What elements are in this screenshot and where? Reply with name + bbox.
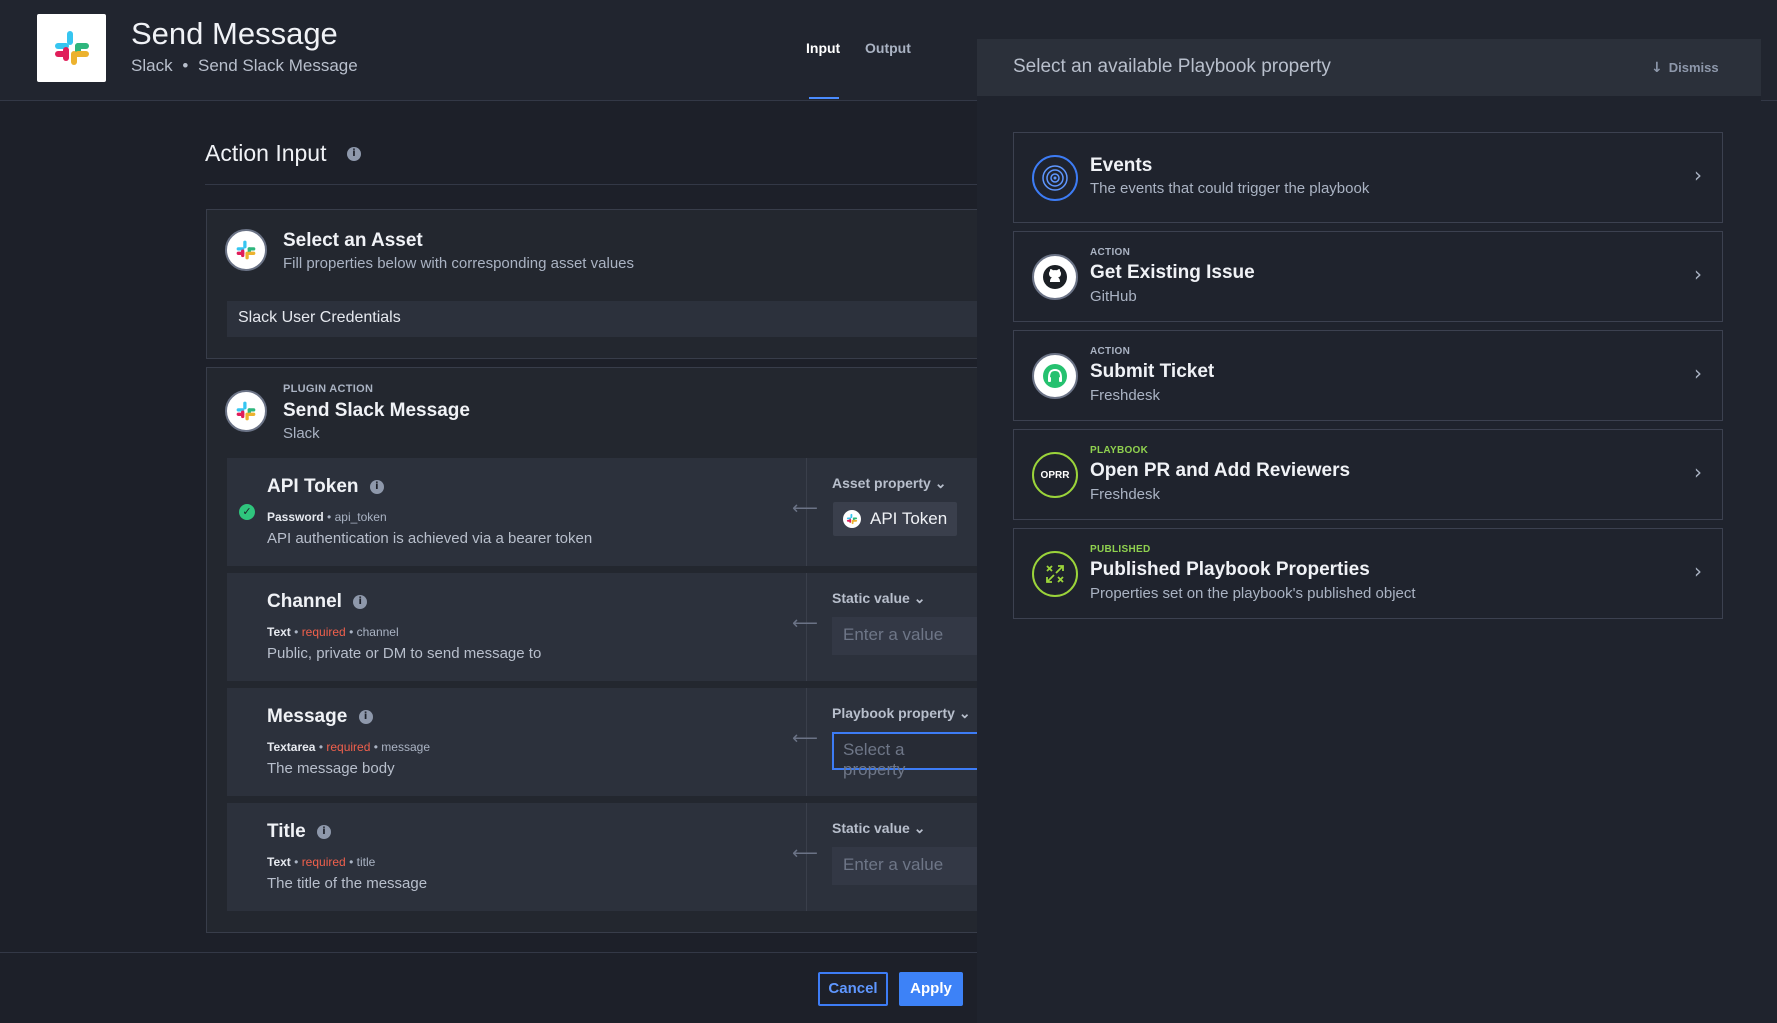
chevron-right-icon: › xyxy=(1694,460,1702,484)
item-subtitle: Freshdesk xyxy=(1090,486,1161,503)
item-eyebrow: PUBLISHED xyxy=(1090,544,1151,555)
playbook-item-events[interactable]: Events The events that could trigger the… xyxy=(1013,132,1723,223)
chevron-right-icon: › xyxy=(1694,163,1702,187)
panel-header: Select an available Playbook property ↓ D… xyxy=(977,39,1761,96)
plugin-title: Send Slack Message xyxy=(283,400,470,421)
arrow-down-icon: ↓ xyxy=(1651,60,1663,76)
source-type-dropdown[interactable]: Playbook property ⌄ xyxy=(832,705,971,722)
check-icon: ✓ xyxy=(239,504,255,520)
chevron-down-icon: ⌄ xyxy=(913,820,926,836)
arrow-left-icon: ⟵ xyxy=(792,613,818,634)
footer-divider xyxy=(0,952,977,953)
breadcrumb: Slack • Send Slack Message xyxy=(131,56,358,76)
property-description: The message body xyxy=(267,760,395,777)
asset-subtitle: Fill properties below with corresponding… xyxy=(283,255,635,272)
channel-value-input[interactable]: Enter a value xyxy=(832,617,978,655)
chevron-right-icon: › xyxy=(1694,361,1702,385)
property-meta: Password • api_token xyxy=(267,510,387,524)
chevron-down-icon: ⌄ xyxy=(958,705,971,721)
cancel-button[interactable]: Cancel xyxy=(818,972,888,1006)
divider xyxy=(205,184,977,185)
item-title: Get Existing Issue xyxy=(1090,262,1255,283)
action-input-title: Action Input xyxy=(205,140,327,166)
property-name: Message i xyxy=(267,706,373,728)
property-meta: Text • required • channel xyxy=(267,625,399,639)
github-icon xyxy=(1032,254,1078,300)
item-subtitle: Properties set on the playbook's publish… xyxy=(1090,585,1416,602)
property-description: The title of the message xyxy=(267,875,428,892)
plugin-eyebrow: PLUGIN ACTION xyxy=(283,383,374,395)
message-property-input[interactable]: Select a property xyxy=(832,732,978,779)
apply-button[interactable]: Apply xyxy=(899,972,963,1006)
arrow-left-icon: ⟵ xyxy=(792,498,818,519)
item-title: Events xyxy=(1090,155,1153,176)
oprr-badge-icon: OPRR xyxy=(1032,452,1078,498)
page-title: Send Message xyxy=(131,16,338,51)
chip-label: API Token xyxy=(870,509,948,528)
playbook-item-published-properties[interactable]: PUBLISHED Published Playbook Properties … xyxy=(1013,528,1723,619)
property-row-title: Title i Text • required • title The titl… xyxy=(227,803,978,911)
property-description: Public, private or DM to send message to xyxy=(267,645,542,662)
title-value-input[interactable]: Enter a value xyxy=(832,847,978,885)
info-icon[interactable]: i xyxy=(317,824,331,839)
item-title: Submit Ticket xyxy=(1090,361,1215,382)
breadcrumb-separator: • xyxy=(182,56,189,75)
slack-logo-icon xyxy=(37,14,106,82)
property-description: API authentication is achieved via a bea… xyxy=(267,530,593,547)
property-name: Title i xyxy=(267,821,331,843)
info-icon[interactable]: i xyxy=(353,594,368,609)
tab-output[interactable]: Output xyxy=(865,40,911,56)
chevron-right-icon: › xyxy=(1694,559,1702,583)
info-icon[interactable]: i xyxy=(358,709,373,724)
item-eyebrow: ACTION xyxy=(1090,247,1131,258)
plugin-subtitle: Slack xyxy=(283,425,320,442)
property-meta: Text • required • title xyxy=(267,855,376,869)
breadcrumb-action: Send Slack Message xyxy=(198,56,358,75)
asset-card: Select an Asset Fill properties below wi… xyxy=(206,209,978,359)
property-name: API Token i xyxy=(267,476,384,498)
active-tab-indicator xyxy=(809,97,839,99)
property-name: Channel i xyxy=(267,591,368,613)
property-row-api-token: ✓ API Token i Password • api_token API a… xyxy=(227,458,978,566)
source-type-dropdown[interactable]: Asset property ⌄ xyxy=(832,475,946,492)
item-eyebrow: PLAYBOOK xyxy=(1090,445,1149,456)
asset-property-chip[interactable]: API Token xyxy=(833,502,957,536)
info-icon[interactable]: i xyxy=(347,147,361,161)
chevron-right-icon: › xyxy=(1694,262,1702,286)
breadcrumb-app: Slack xyxy=(131,56,173,75)
slack-icon xyxy=(225,229,267,271)
panel-title: Select an available Playbook property xyxy=(1013,56,1331,77)
info-icon[interactable]: i xyxy=(369,479,384,494)
target-icon xyxy=(1032,155,1078,201)
playbook-item-submit-ticket[interactable]: ACTION Submit Ticket Freshdesk › xyxy=(1013,330,1723,421)
item-title: Open PR and Add Reviewers xyxy=(1090,460,1351,481)
playbook-property-panel: Select an available Playbook property ↓ D… xyxy=(977,39,1761,1023)
playbook-item-open-pr[interactable]: OPRR PLAYBOOK Open PR and Add Reviewers … xyxy=(1013,429,1723,520)
tab-input[interactable]: Input xyxy=(806,40,840,56)
asset-title: Select an Asset xyxy=(283,230,423,251)
source-type-dropdown[interactable]: Static value ⌄ xyxy=(832,590,925,607)
slack-icon xyxy=(225,390,267,432)
item-title: Published Playbook Properties xyxy=(1090,559,1370,580)
property-row-message: Message i Textarea • required • message … xyxy=(227,688,978,796)
item-eyebrow: ACTION xyxy=(1090,346,1131,357)
chevron-down-icon: ⌄ xyxy=(913,590,926,606)
item-subtitle: The events that could trigger the playbo… xyxy=(1090,180,1370,197)
item-subtitle: GitHub xyxy=(1090,288,1137,305)
arrow-left-icon: ⟵ xyxy=(792,843,818,864)
playbook-item-get-existing-issue[interactable]: ACTION Get Existing Issue GitHub › xyxy=(1013,231,1723,322)
arrow-left-icon: ⟵ xyxy=(792,728,818,749)
property-meta: Textarea • required • message xyxy=(267,740,430,754)
published-icon xyxy=(1032,551,1078,597)
slack-icon xyxy=(843,510,861,528)
chevron-down-icon: ⌄ xyxy=(934,475,947,491)
source-type-dropdown[interactable]: Static value ⌄ xyxy=(832,820,925,837)
freshdesk-icon xyxy=(1032,353,1078,399)
dismiss-button[interactable]: ↓ Dismiss xyxy=(1651,60,1719,76)
plugin-action-card: PLUGIN ACTION Send Slack Message Slack ✓… xyxy=(206,367,978,933)
property-row-channel: Channel i Text • required • channel Publ… xyxy=(227,573,978,681)
item-subtitle: Freshdesk xyxy=(1090,387,1161,404)
asset-select[interactable]: Slack User Credentials xyxy=(227,301,978,337)
